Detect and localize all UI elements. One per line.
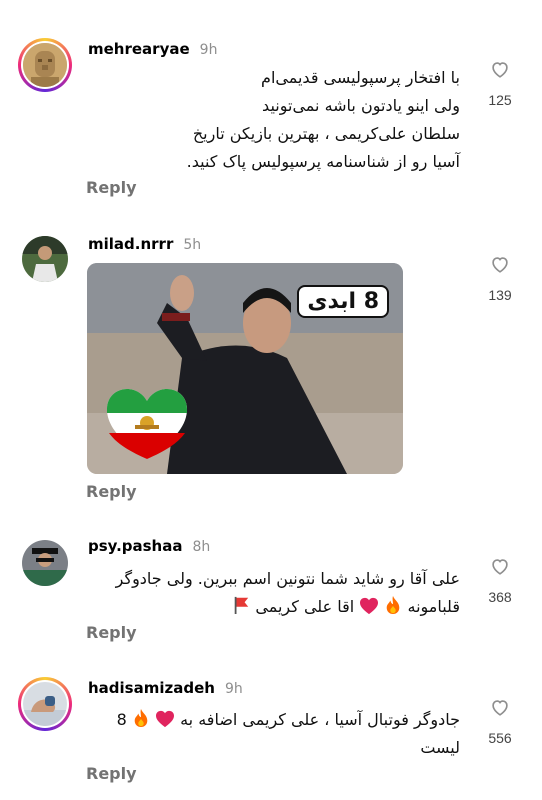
heart-icon[interactable] [489,555,511,577]
like-button[interactable]: 139 [480,253,520,303]
username[interactable]: psy.pashaa [88,537,182,555]
username[interactable]: mehrearyae [88,40,190,58]
avatar[interactable] [18,677,72,731]
gif-image[interactable]: 8 ابدی [87,263,403,474]
heart-flag-icon [107,389,187,459]
statue-avatar-icon [23,43,67,87]
avatar[interactable] [18,38,72,92]
reply-button[interactable]: Reply [86,623,137,642]
heart-icon[interactable] [489,253,511,275]
reply-button[interactable]: Reply [86,764,137,783]
timestamp: 9h [199,42,218,58]
gif-badge: 8 ابدی [297,285,389,318]
person-avatar-icon [22,236,68,282]
timestamp: 8h [192,539,211,555]
reply-button[interactable]: Reply [86,178,137,197]
avatar[interactable] [22,540,68,586]
avatar[interactable] [22,236,68,282]
flag-icon [234,596,249,614]
timestamp: 5h [183,237,202,253]
username[interactable]: hadisamizadeh [88,679,215,697]
heart-emoji-icon [156,710,174,728]
like-button[interactable]: 368 [480,555,520,605]
like-button[interactable]: 125 [480,58,520,108]
like-button[interactable]: 556 [480,696,520,746]
comment-text: با افتخار پرسپولیسی قدیمی‌ام ولی اینو یا… [186,68,460,171]
heart-icon[interactable] [489,696,511,718]
like-count: 125 [488,92,512,108]
heart-icon[interactable] [489,58,511,80]
like-count: 139 [488,287,512,303]
username[interactable]: milad.nrrr [88,235,173,253]
fire-icon [134,709,148,727]
fire-icon [387,596,400,614]
heart-emoji-icon [360,597,379,615]
like-count: 368 [488,589,512,605]
person-avatar-icon [22,540,68,586]
comment-text: جادوگر فوتبال آسیا ، علی کریمی اضافه به … [116,709,460,757]
timestamp: 9h [224,681,243,697]
like-count: 556 [488,730,512,746]
comment-text: علی آقا رو شاید شما نتونین اسم ببرین. ول… [115,569,460,616]
reply-button[interactable]: Reply [86,482,137,501]
hand-avatar-icon [23,682,67,726]
